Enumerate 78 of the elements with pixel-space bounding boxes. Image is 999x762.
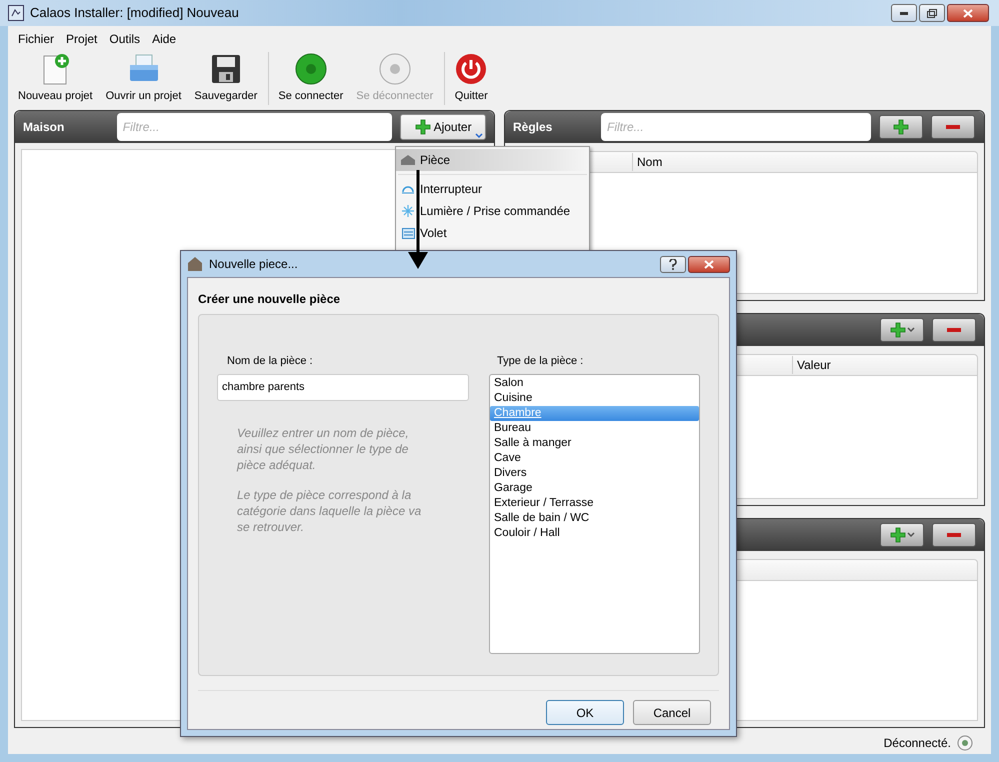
list-item[interactable]: Garage [490,480,699,496]
minus-icon [947,533,961,537]
restore-icon [927,8,937,18]
toolbar-button[interactable]: Ouvrir un projet [100,52,186,104]
maximize-button[interactable] [919,4,945,22]
status-indicator-icon [957,735,973,751]
caret-icon [906,327,914,333]
list-item[interactable]: Bureau [490,420,699,436]
app-icon [8,5,24,21]
room-type-list[interactable]: Salon Cuisine Chambre Bureau Salle à manger Cave Divers Garage Exterieur / Terrasse Salle de bain / WC Couloir / Hall [489,374,700,654]
remove-button[interactable] [932,318,976,342]
add-button[interactable] [880,318,924,342]
plus-icon [890,527,906,543]
menu-item[interactable]: Pièce [396,149,589,171]
toolbar-button[interactable]: Sauvegarder [188,52,262,104]
sparkle-icon [402,205,414,217]
close-button[interactable] [947,4,989,22]
menu-item[interactable]: Aide [152,30,176,48]
switch-icon [401,184,415,194]
remove-button[interactable] [931,115,975,139]
panel-title: Maison [23,119,66,136]
minimize-icon [900,12,908,14]
dialog-title: Nouvelle piece... [209,256,298,273]
plus-icon [893,119,909,135]
minus-icon [946,125,960,129]
field-label: Nom de la pièce : [226,354,314,369]
room-name-field[interactable]: chambre parents [217,374,469,400]
shutter-icon [402,228,414,238]
menu-item[interactable]: Fichier [18,30,54,48]
list-item[interactable]: Cuisine [490,390,699,406]
power-icon [454,52,488,86]
question-icon [669,258,677,270]
list-item[interactable]: Exterieur / Terrasse [490,496,699,510]
help-text: Veuillez entrer un nom de pièce, ainsi que sélectionner le type de pièce adéquat. [237,424,410,472]
list-item[interactable]: Salon [490,376,699,390]
add-button[interactable]: Ajouter [400,114,486,140]
toolbar-button[interactable]: Nouveau projet [12,52,98,104]
filter-field[interactable]: Filtre... [601,113,871,141]
house-icon [400,154,416,166]
dialog-heading: Créer une nouvelle pièce [198,291,342,308]
help-button[interactable] [660,256,686,272]
toolbar-button[interactable]: Se connecter [268,52,348,104]
minimize-button[interactable] [891,4,917,22]
menu-item[interactable]: Outils [109,30,140,48]
menu-item[interactable]: Projet [66,30,98,48]
house-icon [187,256,203,272]
remove-button[interactable] [932,523,976,547]
add-button[interactable] [880,523,924,547]
ok-button[interactable]: OK [546,700,624,725]
list-item[interactable]: Divers [490,466,699,480]
list-item[interactable]: Cave [490,450,699,466]
plus-icon [414,119,431,135]
menu-item[interactable]: Interrupteur [396,178,589,200]
list-item[interactable]: Couloir / Hall [490,526,699,540]
status-text: Déconnecté. [884,735,951,752]
list-item[interactable]: Salle de bain / WC [490,510,699,526]
menu-item[interactable]: Lumière / Prise commandée [396,200,589,222]
help-text: Le type de pièce correspond à la catégorie dans laquelle la pièce va se retrouver. [237,486,422,534]
filter-field[interactable]: Filtre... [116,113,392,141]
close-button[interactable] [688,256,730,272]
close-icon [963,8,973,18]
plus-icon [890,322,906,338]
close-icon [704,260,714,268]
window-title: Calaos Installer: [modified] Nouveau [30,4,239,22]
minus-icon [947,328,961,332]
column-header[interactable]: Valeur [792,356,831,374]
menu-item[interactable]: Volet [396,222,589,244]
list-item[interactable]: Salle à manger [490,436,699,450]
field-label: Type de la pièce : [496,354,584,369]
disconnect-icon [378,52,412,86]
cancel-button[interactable]: Cancel [633,700,711,725]
toolbar-button[interactable]: Quitter [444,52,494,104]
column-header[interactable]: Nom [632,153,662,171]
add-button[interactable] [879,115,923,139]
panel-title: Règles [513,119,554,136]
connect-icon [294,52,328,86]
caret-icon [475,133,483,139]
caret-icon [906,532,914,538]
